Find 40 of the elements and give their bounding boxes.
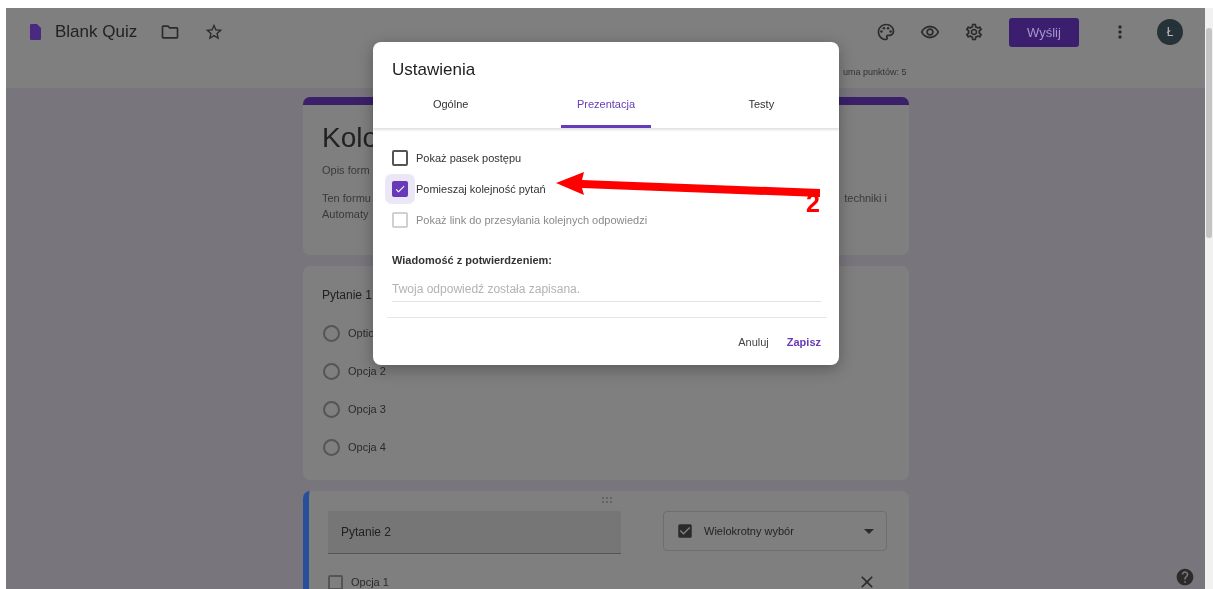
tab[interactable]: Prezentacja <box>528 95 684 128</box>
option-label: Opcja 4 <box>348 441 386 453</box>
scrollbar[interactable] <box>1205 8 1213 589</box>
radio-button[interactable] <box>323 438 340 456</box>
folder-icon[interactable] <box>160 22 181 42</box>
forms-document-icon <box>30 24 41 40</box>
send-button[interactable]: Wyślij <box>1009 17 1079 47</box>
question-title: Pytanie 1 <box>322 288 373 302</box>
tab[interactable]: Ogólne <box>373 95 529 128</box>
radio-button[interactable] <box>323 400 340 418</box>
checkbox-label: Pomieszaj kolejność pytań <box>416 182 546 195</box>
option-label: Opcja 3 <box>348 403 386 415</box>
points-total: uma punktów: 5 <box>843 67 907 77</box>
checkbox-label: Pokaż pasek postępu <box>416 151 522 164</box>
document-title[interactable]: Blank Quiz <box>55 22 138 42</box>
caret-icon <box>864 528 874 534</box>
radio-button[interactable] <box>323 324 340 342</box>
scrollbar-thumb[interactable] <box>1206 28 1212 238</box>
option-label: Opcja 2 <box>348 365 386 377</box>
radio-button[interactable] <box>323 362 340 380</box>
checkbox[interactable] <box>328 574 343 589</box>
save-button[interactable]: Zapisz <box>786 336 821 348</box>
dialog-title: Ustawienia <box>391 59 477 81</box>
palette-icon[interactable] <box>876 22 896 42</box>
help-icon[interactable] <box>1175 567 1195 587</box>
tab[interactable]: Testy <box>683 95 839 128</box>
field-label: Wiadomość z potwierdzeniem: <box>392 254 554 266</box>
checkbox-icon <box>676 522 694 540</box>
checkbox[interactable] <box>392 149 408 166</box>
form-text: Automaty <box>322 207 369 222</box>
question-title-field[interactable]: Pytanie 2 <box>328 511 621 554</box>
cancel-button[interactable]: Anuluj <box>738 336 769 348</box>
drag-handle-icon[interactable] <box>601 497 613 503</box>
form-description: Opis form <box>322 164 371 176</box>
avatar[interactable]: Ł <box>1157 19 1183 45</box>
checkbox-label: Pokaż link do przesyłania kolejnych odpowiedzi <box>416 213 648 226</box>
option-label: Opcja 1 <box>351 576 389 588</box>
settings-icon[interactable] <box>964 22 984 42</box>
question-type-dropdown[interactable]: Wielokrotny wybór <box>663 511 887 551</box>
form-text: Ten formu <box>322 191 371 206</box>
